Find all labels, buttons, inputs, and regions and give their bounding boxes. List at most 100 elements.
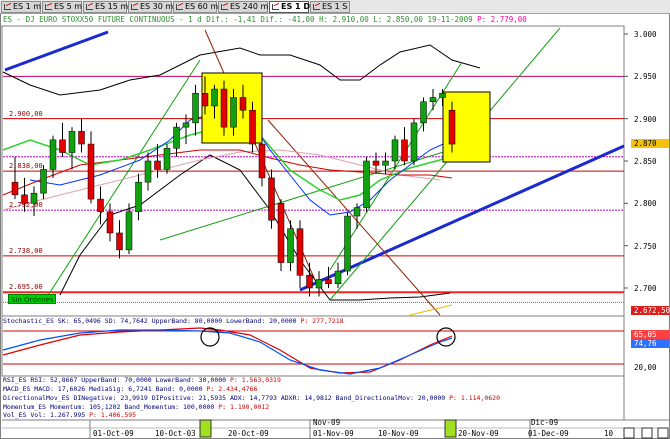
stoch-tag-1: 65,05 [631,330,669,339]
price-grid [624,33,628,289]
indicator-p-value: P: 2.434,4766 [206,385,258,393]
candle-body [439,93,446,98]
candle-body [154,160,161,170]
chart-icon [221,4,228,10]
candle-body [382,160,389,166]
date-marker-green-2 [444,419,457,438]
date-tick-label: 10-Oct-03 [155,429,196,438]
stoch-band-tag: 20,00 [631,363,669,372]
tab-es-1-d[interactable]: ES 1 D [269,1,311,13]
level-label: 2.900,00 [9,109,43,118]
tab-label: ES 1 m [13,2,42,11]
candle-body [135,181,142,213]
zoom-button [657,427,669,439]
price-tick-label: 2.900 [634,114,657,124]
level-label: 2.738,00 [9,246,43,255]
indicator-p-value: P: 1.190,0012 [218,403,270,411]
candle-body [49,139,57,170]
stoch-upper: UpperBand: 80,0000 [151,317,223,325]
tab-label: ES 1 S [322,2,348,11]
stoch-sd: SD: 74,7642 [104,317,148,325]
stoch-name: Stochastic_ES SK: [3,317,70,325]
level-label: 2.695,00 [9,283,43,292]
tab-label: ES 5 m [54,2,83,11]
candle-body [401,139,408,162]
candle-body [287,228,294,263]
candle-body [315,279,323,289]
indicator-row: RSI_ES RSI: 52,8667 UpperBand: 70,0000 L… [3,376,281,384]
tab-es-1-s[interactable]: ES 1 S [310,1,350,13]
candle-body [182,122,190,128]
price-tick-label: 2.750 [634,241,657,251]
tab-es-30-m[interactable]: ES 30 m [128,1,174,13]
stoch-sk: 65,0496 [73,317,101,325]
candle-body [97,198,104,213]
timeframe-tab-bar: ES 1 m ES 5 m ES 15 m ES 30 m ES 60 m ES 240 … [0,0,670,14]
horizontal-levels [3,75,624,303]
date-tick-label: 10-Nov-09 [378,429,419,438]
indicator-p-value: P: 1.114,0620 [449,394,501,402]
month-label: Dic-09 [531,418,559,427]
candle-body [78,131,85,145]
no-orders-badge[interactable]: Sin Ordenes [8,294,57,304]
trendline-green-4 [159,149,451,241]
candle-body [87,143,95,200]
date-tick-label: 20-Oct-09 [228,429,269,438]
candle-body [353,207,361,217]
tab-es-240-m[interactable]: ES 240 m [218,1,268,13]
candle-body [173,126,180,149]
tab-label: ES 30 m [140,2,174,11]
date-tick-label: 01-Nov-09 [313,429,354,438]
chart-icon [176,4,183,10]
candle-body [211,88,218,107]
tab-label: ES 240 m [230,2,269,11]
chart-icon [45,4,52,10]
price-tick-label: 2.700 [634,284,657,293]
tab-label: ES 1 D [281,2,311,11]
chart-canvas[interactable] [0,0,670,439]
instrument-header: ES - DJ EURO STOXX50 FUTURE CONTINUOUS -… [3,14,527,25]
price-tick-label: 2.850 [634,157,657,166]
indicator-row: Vol_ES Vol: 1.267.995 P: 1.406.595 [3,411,136,419]
stoch-panel-border [1,315,625,377]
candle-body [391,139,399,162]
chart-icon [4,4,11,10]
candle-body [344,215,351,272]
candle-body [325,279,332,285]
candle-body [306,275,313,289]
candle-body [201,93,209,107]
scroll-right-button [641,427,653,439]
low-price-tag: 2.672,50 [631,306,670,315]
indicator-p-value: P: 1.406.595 [89,411,137,419]
candle-body [106,211,114,234]
candle-body [410,122,418,162]
candle-body [258,143,266,179]
chart-icon [131,4,138,10]
date-marker-green-1 [199,419,212,438]
candle-body [448,109,456,145]
trendline-yellow [409,304,453,316]
candle-body [163,148,171,170]
scroll-left-button [623,427,635,439]
candle-body [220,88,228,128]
indicator-text: RSI_ES RSI: 52,8667 UpperBand: 70,0000 L… [3,376,227,384]
candle-body [429,97,437,102]
level-label: 2.838,00 [9,162,43,171]
tab-es-1-m[interactable]: ES 1 m [1,1,41,13]
indicator-text: MACD_ES MACD: 17,6026 MediaSig: 6,7241 B… [3,385,203,393]
candle-body [277,203,285,263]
level-label: 2.792,00 [9,201,43,210]
tab-es-5-m[interactable]: ES 5 m [42,1,82,13]
chart-icon [313,4,320,10]
tab-es-60-m[interactable]: ES 60 m [173,1,218,13]
candle-body [11,181,19,196]
tab-es-15-m[interactable]: ES 15 m [83,1,128,13]
stochastic-lines [2,327,624,375]
chart-icon [86,4,93,10]
trendline-green-3 [44,59,201,301]
header-prefix: ES - DJ EURO STOXX50 FUTURE CONTINUOUS -… [3,15,473,24]
current-price-tag: 2.870 [631,139,669,148]
indicator-row: Momentum_ES Momentum: 105,1202 Band_Mome… [3,403,269,411]
candle-body [268,177,275,221]
candle-body [144,160,152,183]
